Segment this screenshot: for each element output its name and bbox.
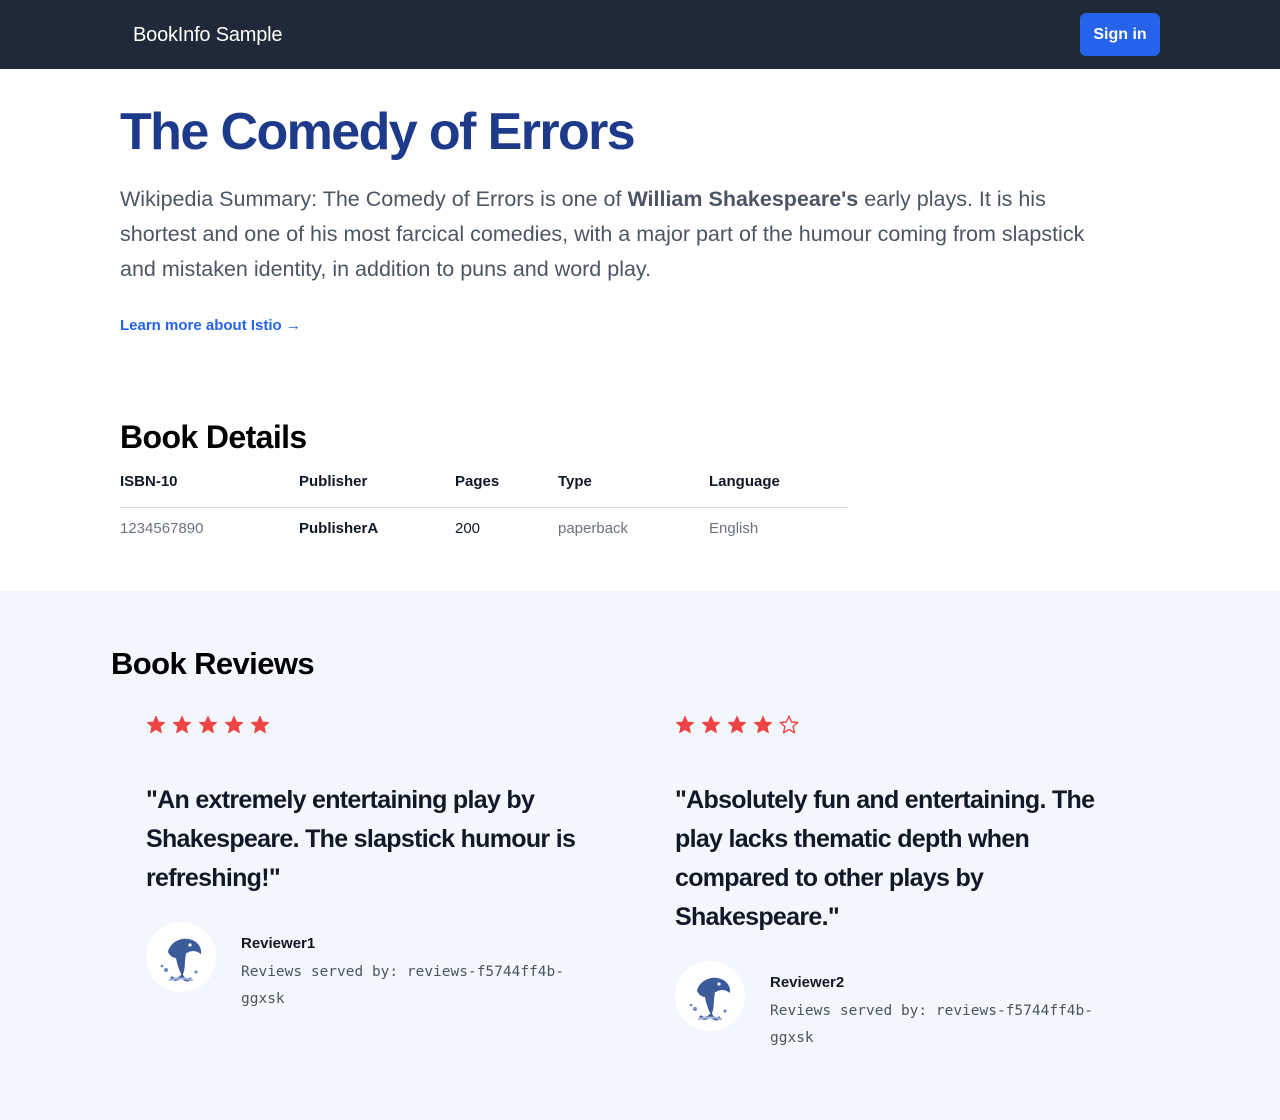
book-reviews-heading: Book Reviews [111,646,315,681]
book-summary: Wikipedia Summary: The Comedy of Errors … [120,182,1110,287]
review-text: "Absolutely fun and entertaining. The pl… [675,786,1095,931]
learn-more-link[interactable]: Learn more about Istio → [120,316,301,336]
summary-author: William Shakespeare's [627,187,859,211]
star-filled-icon [675,715,695,734]
served-by-text: Reviews served by: reviews-f5744ff4b-ggx… [241,964,565,1007]
book-details-table: ISBN-10 Publisher Pages Type Language 12… [120,463,848,549]
sign-in-button[interactable]: Sign in [1080,13,1160,56]
summary-prefix: Wikipedia Summary: The Comedy of Errors … [120,187,628,211]
star-filled-icon [701,715,721,734]
details-header-row: ISBN-10 Publisher Pages Type Language [120,463,848,508]
star-rating [675,715,805,739]
dolphin-avatar-graphic [146,922,216,992]
table-row: 1234567890 PublisherA 200 paperback Engl… [120,507,848,549]
navbar: BookInfo Sample Sign in [0,0,1280,69]
book-title: The Comedy of Errors [120,103,636,161]
star-filled-icon [250,715,270,734]
book-reviews-section: Book Reviews "An extremely entertaining … [0,591,1280,1120]
cell-pages: 200 [455,519,481,537]
dolphin-icon [146,922,216,992]
star-filled-icon [753,715,773,734]
served-by-text: Reviews served by: reviews-f5744ff4b-ggx… [770,1003,1094,1046]
brand-title[interactable]: BookInfo Sample [133,22,283,48]
column-header-isbn: ISBN-10 [120,463,299,508]
column-header-type: Type [558,463,709,508]
book-details-heading: Book Details [120,419,307,455]
column-header-publisher: Publisher [299,463,455,508]
star-filled-icon [146,715,166,734]
cell-type: paperback [558,519,629,537]
star-filled-icon [172,715,192,734]
cell-language: English [709,519,759,537]
review-text: "An extremely entertaining play by Shake… [146,786,576,892]
dolphin-avatar-graphic [675,961,745,1031]
cell-publisher: PublisherA [299,519,379,537]
star-rating [146,715,276,739]
star-outline-icon [779,715,799,734]
cell-isbn: 1234567890 [120,519,204,537]
reviewer-name: Reviewer2 [770,974,845,991]
dolphin-icon [675,961,745,1031]
reviewer-name: Reviewer1 [241,935,316,952]
column-header-language: Language [709,463,848,508]
star-filled-icon [198,715,218,734]
column-header-pages: Pages [455,463,558,508]
star-filled-icon [224,715,244,734]
star-filled-icon [727,715,747,734]
